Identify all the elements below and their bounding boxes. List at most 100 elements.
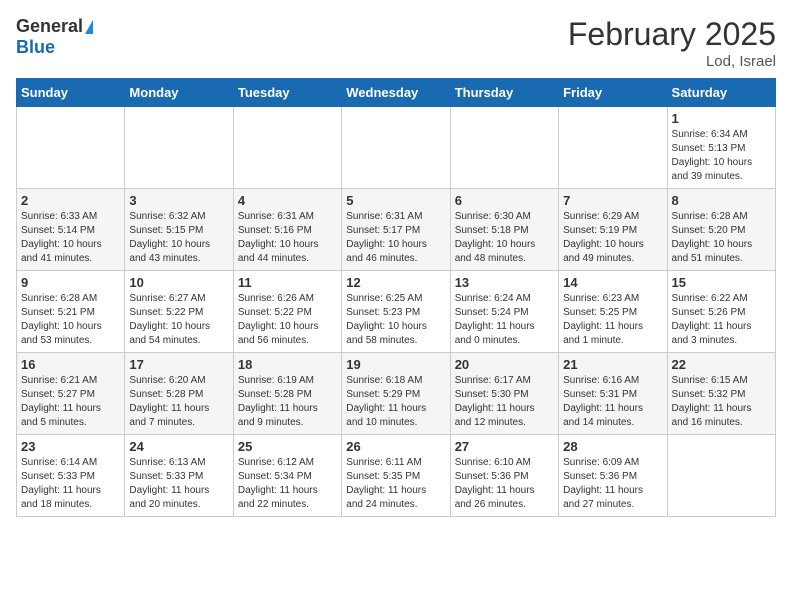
- calendar-cell: 26 Sunrise: 6:11 AM Sunset: 5:35 PM Dayli…: [342, 435, 450, 517]
- calendar-cell: 19 Sunrise: 6:18 AM Sunset: 5:29 PM Dayli…: [342, 353, 450, 435]
- day-info: Sunrise: 6:09 AM Sunset: 5:36 PM Dayligh…: [563, 456, 662, 512]
- day-number: 4: [238, 193, 337, 208]
- weekday-header: Sunday: [17, 79, 125, 107]
- day-number: 18: [238, 357, 337, 372]
- calendar-cell: 21 Sunrise: 6:16 AM Sunset: 5:31 PM Dayli…: [559, 353, 667, 435]
- calendar-cell: [667, 435, 775, 517]
- page-header: General Blue February 2025 Lod, Israel: [16, 16, 776, 70]
- weekday-header: Monday: [125, 79, 233, 107]
- day-number: 8: [672, 193, 771, 208]
- day-info: Sunrise: 6:32 AM Sunset: 5:15 PM Dayligh…: [129, 210, 228, 266]
- day-number: 13: [455, 275, 554, 290]
- day-number: 2: [21, 193, 120, 208]
- day-number: 5: [346, 193, 445, 208]
- day-number: 27: [455, 439, 554, 454]
- calendar-week-row: 16Sunrise: 6:21 AM Sunset: 5:27 PM Dayli…: [17, 353, 776, 435]
- calendar-cell: 3 Sunrise: 6:32 AM Sunset: 5:15 PM Daylig…: [125, 189, 233, 271]
- calendar-cell: [17, 107, 125, 189]
- calendar-cell: 2Sunrise: 6:33 AM Sunset: 5:14 PM Daylig…: [17, 189, 125, 271]
- day-info: Sunrise: 6:16 AM Sunset: 5:31 PM Dayligh…: [563, 374, 662, 430]
- calendar-cell: 23 Sunrise: 6:14 AM Sunset: 5:33 PM Dayli…: [17, 435, 125, 517]
- calendar-cell: [342, 107, 450, 189]
- day-number: 12: [346, 275, 445, 290]
- day-info: Sunrise: 6:30 AM Sunset: 5:18 PM Dayligh…: [455, 210, 554, 266]
- weekday-header: Friday: [559, 79, 667, 107]
- calendar-cell: 15 Sunrise: 6:22 AM Sunset: 5:26 PM Dayli…: [667, 271, 775, 353]
- calendar-cell: 22 Sunrise: 6:15 AM Sunset: 5:32 PM Dayli…: [667, 353, 775, 435]
- day-info: Sunrise: 6:23 AM Sunset: 5:25 PM Dayligh…: [563, 292, 662, 348]
- calendar-table: SundayMondayTuesdayWednesdayThursdayFrid…: [16, 78, 776, 517]
- day-info: Sunrise: 6:12 AM Sunset: 5:34 PM Dayligh…: [238, 456, 337, 512]
- calendar-cell: 14 Sunrise: 6:23 AM Sunset: 5:25 PM Dayli…: [559, 271, 667, 353]
- weekday-header: Tuesday: [233, 79, 341, 107]
- day-info: Sunrise: 6:15 AM Sunset: 5:32 PM Dayligh…: [672, 374, 771, 430]
- logo: General Blue: [16, 16, 93, 58]
- calendar-cell: 10Sunrise: 6:27 AM Sunset: 5:22 PM Dayli…: [125, 271, 233, 353]
- calendar-cell: [559, 107, 667, 189]
- calendar-cell: 7Sunrise: 6:29 AM Sunset: 5:19 PM Daylig…: [559, 189, 667, 271]
- calendar-cell: [450, 107, 558, 189]
- day-info: Sunrise: 6:20 AM Sunset: 5:28 PM Dayligh…: [129, 374, 228, 430]
- day-number: 22: [672, 357, 771, 372]
- day-number: 15: [672, 275, 771, 290]
- calendar-cell: 17 Sunrise: 6:20 AM Sunset: 5:28 PM Dayli…: [125, 353, 233, 435]
- day-info: Sunrise: 6:22 AM Sunset: 5:26 PM Dayligh…: [672, 292, 771, 348]
- calendar-week-row: 23 Sunrise: 6:14 AM Sunset: 5:33 PM Dayli…: [17, 435, 776, 517]
- day-info: Sunrise: 6:13 AM Sunset: 5:33 PM Dayligh…: [129, 456, 228, 512]
- day-number: 6: [455, 193, 554, 208]
- calendar-cell: 20 Sunrise: 6:17 AM Sunset: 5:30 PM Dayli…: [450, 353, 558, 435]
- calendar-cell: [233, 107, 341, 189]
- day-number: 25: [238, 439, 337, 454]
- day-number: 1: [672, 111, 771, 126]
- day-info: Sunrise: 6:19 AM Sunset: 5:28 PM Dayligh…: [238, 374, 337, 430]
- day-info: Sunrise: 6:18 AM Sunset: 5:29 PM Dayligh…: [346, 374, 445, 430]
- day-number: 10: [129, 275, 228, 290]
- calendar-cell: 11 Sunrise: 6:26 AM Sunset: 5:22 PM Dayli…: [233, 271, 341, 353]
- calendar-cell: 9Sunrise: 6:28 AM Sunset: 5:21 PM Daylig…: [17, 271, 125, 353]
- day-number: 16: [21, 357, 120, 372]
- calendar-cell: 27 Sunrise: 6:10 AM Sunset: 5:36 PM Dayli…: [450, 435, 558, 517]
- day-info: Sunrise: 6:26 AM Sunset: 5:22 PM Dayligh…: [238, 292, 337, 348]
- calendar-cell: 4Sunrise: 6:31 AM Sunset: 5:16 PM Daylig…: [233, 189, 341, 271]
- day-number: 3: [129, 193, 228, 208]
- day-info: Sunrise: 6:25 AM Sunset: 5:23 PM Dayligh…: [346, 292, 445, 348]
- calendar-cell: [125, 107, 233, 189]
- day-number: 23: [21, 439, 120, 454]
- calendar-week-row: 2Sunrise: 6:33 AM Sunset: 5:14 PM Daylig…: [17, 189, 776, 271]
- calendar-cell: 24 Sunrise: 6:13 AM Sunset: 5:33 PM Dayli…: [125, 435, 233, 517]
- month-title: February 2025: [568, 16, 776, 53]
- calendar-cell: 13Sunrise: 6:24 AM Sunset: 5:24 PM Dayli…: [450, 271, 558, 353]
- day-number: 11: [238, 275, 337, 290]
- day-number: 26: [346, 439, 445, 454]
- day-info: Sunrise: 6:17 AM Sunset: 5:30 PM Dayligh…: [455, 374, 554, 430]
- calendar-cell: 5 Sunrise: 6:31 AM Sunset: 5:17 PM Daylig…: [342, 189, 450, 271]
- day-info: Sunrise: 6:31 AM Sunset: 5:17 PM Dayligh…: [346, 210, 445, 266]
- calendar-cell: 12 Sunrise: 6:25 AM Sunset: 5:23 PM Dayli…: [342, 271, 450, 353]
- calendar-week-row: 1 Sunrise: 6:34 AM Sunset: 5:13 PM Daylig…: [17, 107, 776, 189]
- day-number: 7: [563, 193, 662, 208]
- logo-blue: Blue: [16, 37, 55, 58]
- day-info: Sunrise: 6:10 AM Sunset: 5:36 PM Dayligh…: [455, 456, 554, 512]
- day-number: 21: [563, 357, 662, 372]
- day-info: Sunrise: 6:14 AM Sunset: 5:33 PM Dayligh…: [21, 456, 120, 512]
- calendar-cell: 1 Sunrise: 6:34 AM Sunset: 5:13 PM Daylig…: [667, 107, 775, 189]
- day-number: 14: [563, 275, 662, 290]
- day-number: 24: [129, 439, 228, 454]
- day-info: Sunrise: 6:28 AM Sunset: 5:20 PM Dayligh…: [672, 210, 771, 266]
- logo-general: General: [16, 16, 83, 37]
- day-number: 17: [129, 357, 228, 372]
- day-info: Sunrise: 6:28 AM Sunset: 5:21 PM Dayligh…: [21, 292, 120, 348]
- calendar-cell: 25 Sunrise: 6:12 AM Sunset: 5:34 PM Dayli…: [233, 435, 341, 517]
- day-number: 20: [455, 357, 554, 372]
- day-number: 28: [563, 439, 662, 454]
- logo-icon: [85, 20, 93, 34]
- day-info: Sunrise: 6:11 AM Sunset: 5:35 PM Dayligh…: [346, 456, 445, 512]
- calendar-week-row: 9Sunrise: 6:28 AM Sunset: 5:21 PM Daylig…: [17, 271, 776, 353]
- day-info: Sunrise: 6:34 AM Sunset: 5:13 PM Dayligh…: [672, 128, 771, 184]
- weekday-header: Wednesday: [342, 79, 450, 107]
- calendar-cell: 6 Sunrise: 6:30 AM Sunset: 5:18 PM Daylig…: [450, 189, 558, 271]
- calendar-cell: 16Sunrise: 6:21 AM Sunset: 5:27 PM Dayli…: [17, 353, 125, 435]
- day-number: 19: [346, 357, 445, 372]
- calendar-cell: 18 Sunrise: 6:19 AM Sunset: 5:28 PM Dayli…: [233, 353, 341, 435]
- weekday-header: Saturday: [667, 79, 775, 107]
